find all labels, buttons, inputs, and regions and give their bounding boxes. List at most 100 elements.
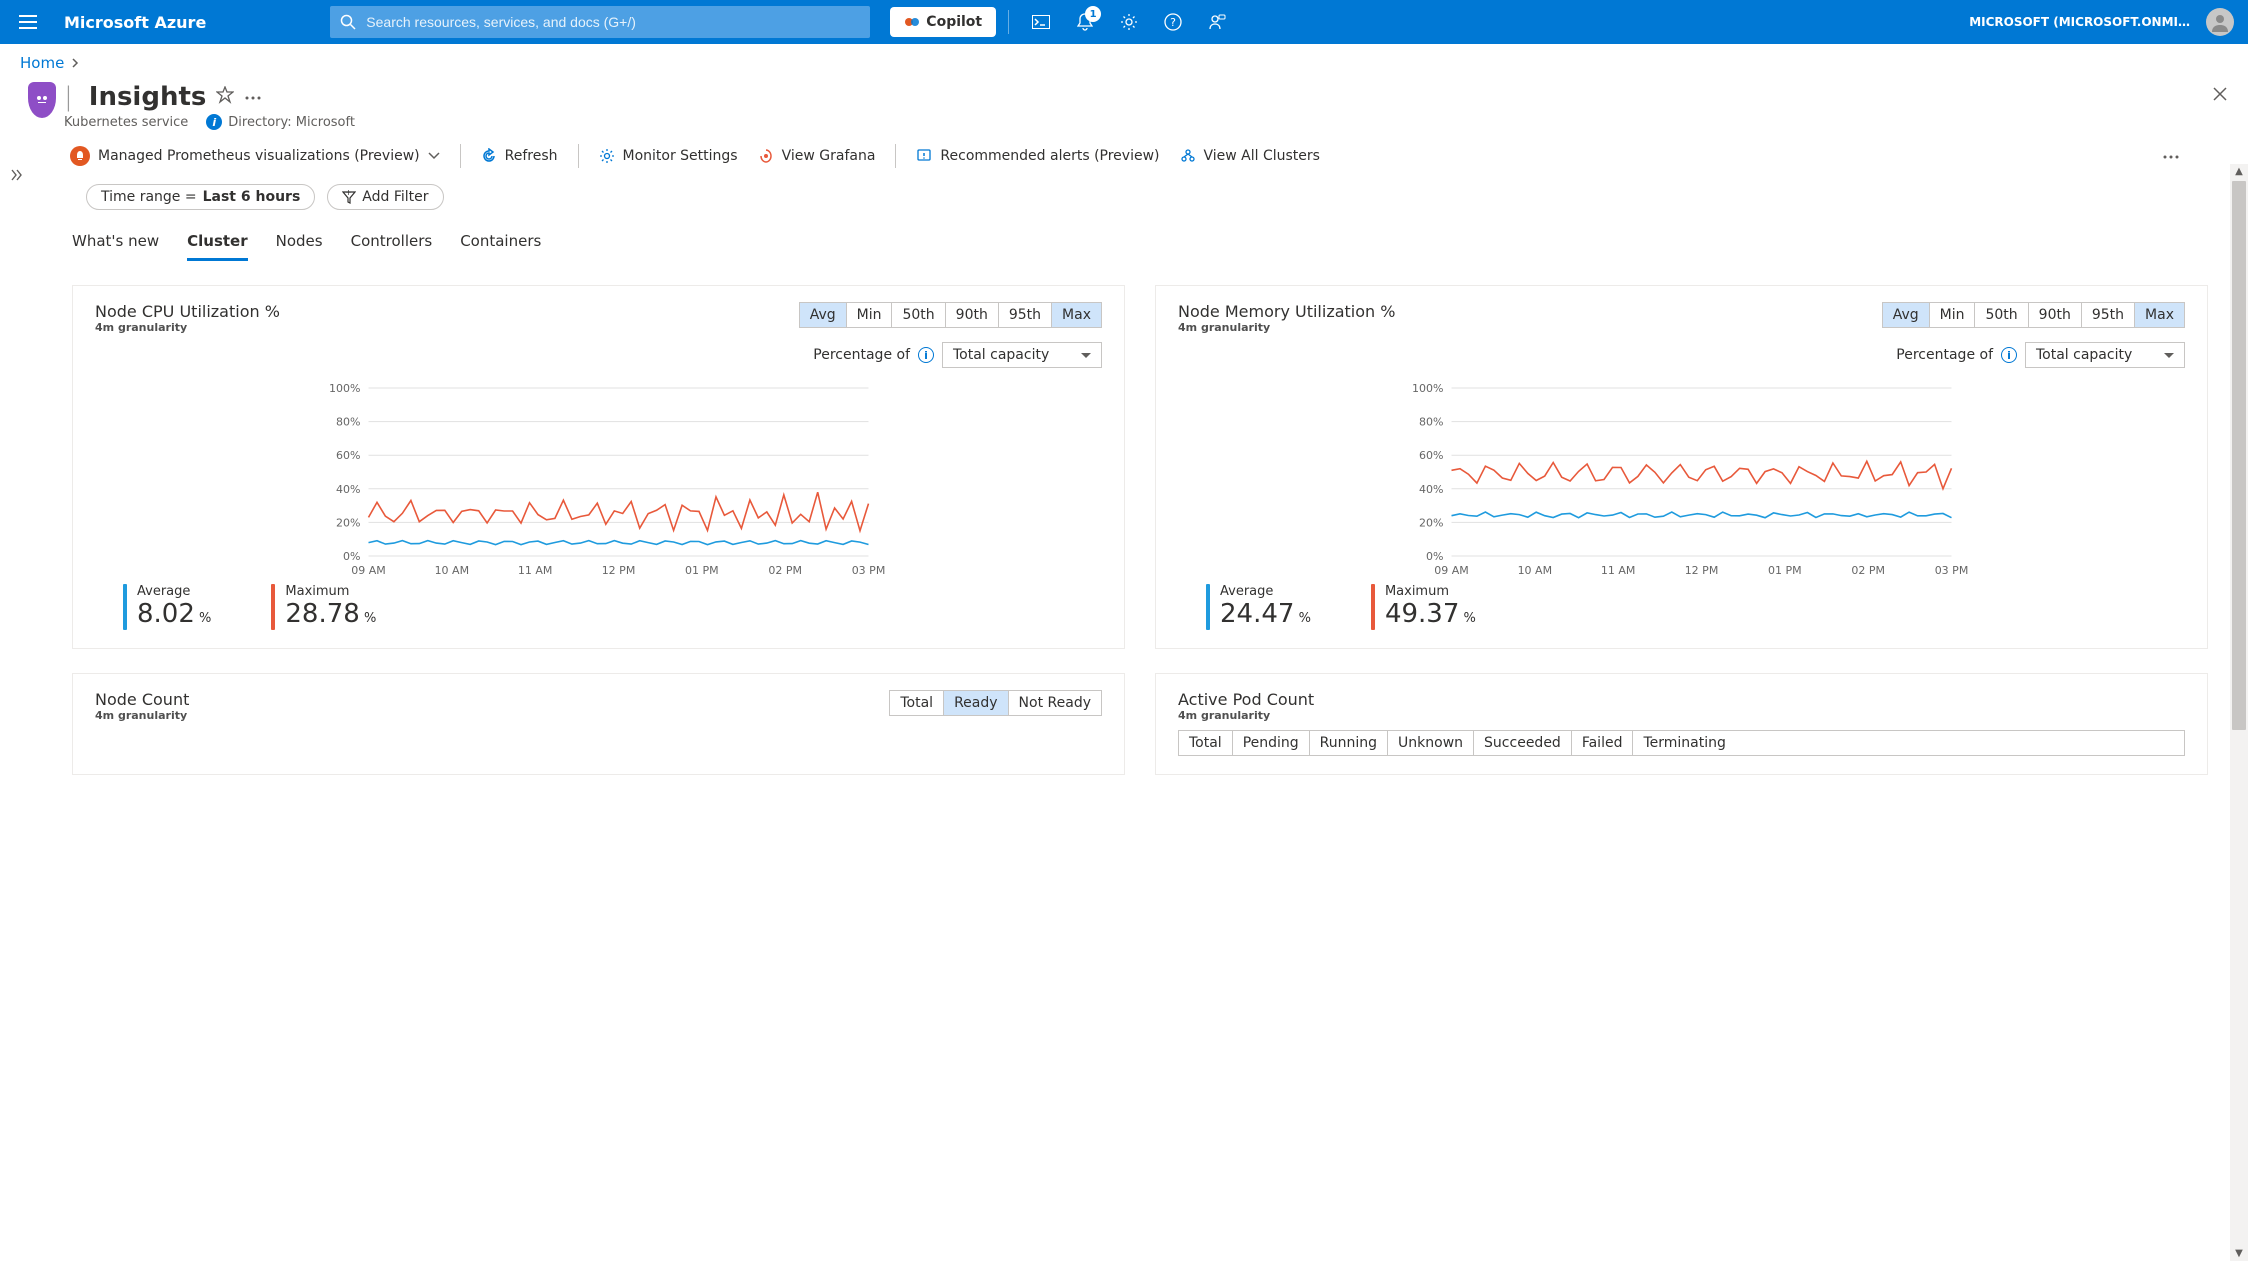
svg-text:03 PM: 03 PM bbox=[1935, 564, 1969, 577]
copilot-button[interactable]: Copilot bbox=[890, 7, 996, 37]
tenant-label[interactable]: MICROSOFT (MICROSOFT.ONMI… bbox=[1959, 15, 2196, 29]
chevron-double-right-icon bbox=[10, 168, 24, 182]
refresh-button[interactable]: Refresh bbox=[481, 148, 558, 164]
svg-text:11 AM: 11 AM bbox=[518, 564, 553, 577]
chart-title: Active Pod Count bbox=[1178, 690, 1314, 709]
tab-controllers[interactable]: Controllers bbox=[351, 228, 433, 261]
agg-50th[interactable]: 50th bbox=[1975, 303, 2028, 327]
tab-whats-new[interactable]: What's new bbox=[72, 228, 159, 261]
agg-90th[interactable]: 90th bbox=[946, 303, 999, 327]
agg-not-ready[interactable]: Not Ready bbox=[1009, 691, 1101, 715]
lightbulb-icon bbox=[34, 92, 50, 108]
recommended-alerts-label: Recommended alerts (Preview) bbox=[940, 148, 1159, 164]
add-filter-button[interactable]: + Add Filter bbox=[327, 184, 443, 210]
view-all-clusters-button[interactable]: View All Clusters bbox=[1180, 148, 1320, 164]
global-search[interactable] bbox=[330, 6, 870, 38]
agg-total[interactable]: Total bbox=[890, 691, 944, 715]
search-input[interactable] bbox=[364, 13, 860, 31]
agg-max[interactable]: Max bbox=[1052, 303, 1101, 327]
svg-text:01 PM: 01 PM bbox=[685, 564, 719, 577]
svg-text:+: + bbox=[345, 190, 352, 197]
agg-95th[interactable]: 95th bbox=[999, 303, 1052, 327]
chart-row-2: Node Count 4m granularity Total Ready No… bbox=[72, 673, 2208, 775]
time-range-filter[interactable]: Time range = Last 6 hours bbox=[86, 184, 315, 210]
agg-90th[interactable]: 90th bbox=[2029, 303, 2082, 327]
favorite-button[interactable] bbox=[216, 86, 234, 108]
scroll-up-arrow[interactable]: ▲ bbox=[2233, 164, 2245, 179]
chart-card-cpu: Node CPU Utilization % 4m granularity Av… bbox=[72, 285, 1125, 649]
svg-text:100%: 100% bbox=[1412, 382, 1443, 395]
chart-card-memory: Node Memory Utilization % 4m granularity… bbox=[1155, 285, 2208, 649]
scrollbar-thumb[interactable] bbox=[2232, 181, 2246, 730]
close-blade-button[interactable] bbox=[2212, 86, 2228, 106]
content-scrollbar[interactable]: ▲ ▼ bbox=[2230, 164, 2248, 1261]
expand-sidebar-button[interactable] bbox=[10, 168, 30, 188]
toolbar-overflow-button[interactable] bbox=[2154, 148, 2188, 164]
chart-card-pod-count: Active Pod Count 4m granularity Total Pe… bbox=[1155, 673, 2208, 775]
agg-pending[interactable]: Pending bbox=[1233, 731, 1310, 755]
chart-granularity: 4m granularity bbox=[1178, 321, 1395, 334]
agg-95th[interactable]: 95th bbox=[2082, 303, 2135, 327]
hamburger-icon bbox=[19, 15, 37, 29]
pct-of-label: Percentage of bbox=[813, 347, 910, 363]
agg-50th[interactable]: 50th bbox=[892, 303, 945, 327]
user-avatar[interactable] bbox=[2206, 8, 2234, 36]
notifications-button[interactable]: 1 bbox=[1065, 2, 1105, 42]
agg-ready[interactable]: Ready bbox=[944, 691, 1008, 715]
help-button[interactable]: ? bbox=[1153, 2, 1193, 42]
svg-text:80%: 80% bbox=[1419, 416, 1443, 429]
capacity-select[interactable]: Total capacity bbox=[2025, 342, 2185, 368]
scroll-down-arrow[interactable]: ▼ bbox=[2233, 1246, 2245, 1261]
insights-resource-icon bbox=[28, 82, 56, 118]
charts-region: Node CPU Utilization % 4m granularity Av… bbox=[0, 261, 2248, 1222]
settings-button[interactable] bbox=[1109, 2, 1149, 42]
svg-text:10 AM: 10 AM bbox=[435, 564, 470, 577]
search-icon bbox=[340, 14, 356, 30]
tab-cluster[interactable]: Cluster bbox=[187, 228, 248, 261]
agg-terminating[interactable]: Terminating bbox=[1633, 731, 1735, 755]
svg-text:20%: 20% bbox=[336, 516, 360, 529]
mem-chart-plot[interactable]: 0%20%40%60%80%100%09 AM10 AM11 AM12 PM01… bbox=[1178, 380, 2185, 580]
monitor-settings-button[interactable]: Monitor Settings bbox=[599, 148, 738, 164]
recommended-alerts-button[interactable]: Recommended alerts (Preview) bbox=[916, 148, 1159, 164]
add-filter-label: Add Filter bbox=[362, 189, 428, 205]
agg-min[interactable]: Min bbox=[1930, 303, 1976, 327]
menu-toggle[interactable] bbox=[8, 2, 48, 42]
cloud-shell-button[interactable] bbox=[1021, 2, 1061, 42]
legend-average: Average 8.02 % bbox=[123, 584, 211, 630]
toolbar-separator bbox=[460, 144, 461, 168]
info-icon[interactable]: i bbox=[918, 347, 934, 363]
prometheus-dropdown[interactable]: Managed Prometheus visualizations (Previ… bbox=[70, 146, 440, 166]
agg-unknown[interactable]: Unknown bbox=[1388, 731, 1474, 755]
agg-min[interactable]: Min bbox=[847, 303, 893, 327]
agg-avg[interactable]: Avg bbox=[800, 303, 847, 327]
directory-label: Directory: Microsoft bbox=[228, 115, 355, 130]
agg-failed[interactable]: Failed bbox=[1572, 731, 1634, 755]
agg-total[interactable]: Total bbox=[1179, 731, 1233, 755]
info-icon[interactable]: i bbox=[2001, 347, 2017, 363]
agg-running[interactable]: Running bbox=[1310, 731, 1388, 755]
capacity-select[interactable]: Total capacity bbox=[942, 342, 1102, 368]
tab-nodes[interactable]: Nodes bbox=[276, 228, 323, 261]
svg-text:40%: 40% bbox=[336, 483, 360, 496]
avatar-icon bbox=[2210, 12, 2230, 32]
chevron-right-icon bbox=[70, 58, 80, 68]
tab-containers[interactable]: Containers bbox=[460, 228, 541, 261]
cpu-chart-plot[interactable]: 0%20%40%60%80%100%09 AM10 AM11 AM12 PM01… bbox=[95, 380, 1102, 580]
topbar-separator bbox=[1008, 10, 1009, 34]
agg-max[interactable]: Max bbox=[2135, 303, 2184, 327]
agg-avg[interactable]: Avg bbox=[1883, 303, 1930, 327]
refresh-icon bbox=[481, 148, 497, 164]
brand-label[interactable]: Microsoft Azure bbox=[52, 13, 226, 32]
person-feedback-icon bbox=[1208, 13, 1226, 31]
chevron-down-icon bbox=[428, 152, 440, 160]
svg-text:20%: 20% bbox=[1419, 516, 1443, 529]
copilot-label: Copilot bbox=[926, 14, 982, 30]
agg-succeeded[interactable]: Succeeded bbox=[1474, 731, 1572, 755]
svg-text:?: ? bbox=[1170, 16, 1176, 29]
svg-text:02 PM: 02 PM bbox=[1851, 564, 1885, 577]
title-more-button[interactable] bbox=[244, 89, 262, 105]
breadcrumb-home[interactable]: Home bbox=[20, 54, 64, 72]
feedback-button[interactable] bbox=[1197, 2, 1237, 42]
view-grafana-button[interactable]: View Grafana bbox=[758, 148, 876, 164]
